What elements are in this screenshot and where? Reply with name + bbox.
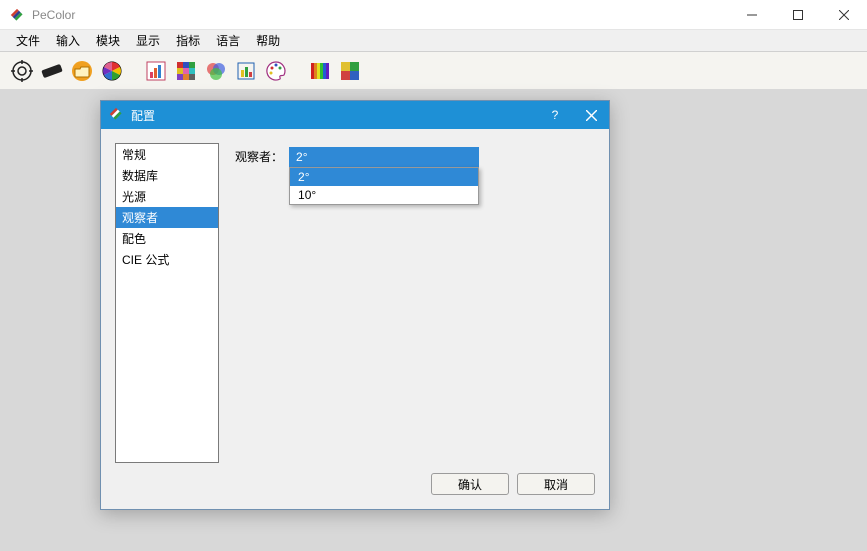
toolbar-spectrum-icon[interactable]	[308, 59, 332, 83]
toolbar-venn-icon[interactable]	[204, 59, 228, 83]
observer-combo-value: 2°	[296, 150, 307, 164]
maximize-button[interactable]	[775, 0, 821, 30]
close-button[interactable]	[821, 0, 867, 30]
toolbar-chart-icon[interactable]	[144, 59, 168, 83]
menu-input[interactable]: 输入	[48, 30, 88, 51]
observer-dropdown[interactable]: 2° 2° 10°	[289, 147, 479, 167]
window-controls	[729, 0, 867, 30]
dialog-help-button[interactable]: ?	[537, 101, 573, 129]
client-area: 配置 ? 常规 数据库 光源 观察者 配色 CIE 公式 观察者： 2°	[0, 90, 867, 551]
dialog-title: 配置	[131, 107, 537, 124]
sidebar-item-observer[interactable]: 观察者	[116, 207, 218, 228]
toolbar-settings-icon[interactable]	[10, 59, 34, 83]
minimize-button[interactable]	[729, 0, 775, 30]
svg-text:?: ?	[552, 109, 559, 121]
dialog-close-button[interactable]	[573, 101, 609, 129]
toolbar-palette-grid-icon[interactable]	[174, 59, 198, 83]
toolbar-ruler-icon[interactable]	[40, 59, 64, 83]
dialog-body: 常规 数据库 光源 观察者 配色 CIE 公式 观察者： 2° 2°	[101, 129, 609, 463]
menu-indicator[interactable]: 指标	[168, 30, 208, 51]
menu-module[interactable]: 模块	[88, 30, 128, 51]
config-dialog: 配置 ? 常规 数据库 光源 观察者 配色 CIE 公式 观察者： 2°	[100, 100, 610, 510]
cancel-button[interactable]: 取消	[517, 473, 595, 495]
observer-option-2deg[interactable]: 2°	[290, 168, 478, 186]
menu-file[interactable]: 文件	[8, 30, 48, 51]
dialog-logo-icon	[109, 107, 125, 123]
menu-help[interactable]: 帮助	[248, 30, 288, 51]
menubar: 文件 输入 模块 显示 指标 语言 帮助	[0, 30, 867, 52]
config-sidebar: 常规 数据库 光源 观察者 配色 CIE 公式	[115, 143, 219, 463]
sidebar-item-illuminant[interactable]: 光源	[116, 186, 218, 207]
observer-combo[interactable]: 2°	[289, 147, 479, 167]
menu-display[interactable]: 显示	[128, 30, 168, 51]
toolbar-lab-icon[interactable]	[234, 59, 258, 83]
dialog-footer: 确认 取消	[101, 463, 609, 509]
toolbar-quadrant-icon[interactable]	[338, 59, 362, 83]
sidebar-item-database[interactable]: 数据库	[116, 165, 218, 186]
sidebar-item-matching[interactable]: 配色	[116, 228, 218, 249]
sidebar-item-cie-formula[interactable]: CIE 公式	[116, 249, 218, 270]
titlebar: PeColor	[0, 0, 867, 30]
toolbar-paint-palette-icon[interactable]	[264, 59, 288, 83]
observer-field: 观察者： 2° 2° 10°	[235, 147, 595, 167]
toolbar	[0, 52, 867, 90]
toolbar-colorwheel-icon[interactable]	[100, 59, 124, 83]
app-title: PeColor	[32, 8, 729, 22]
toolbar-folder-icon[interactable]	[70, 59, 94, 83]
app-logo-icon	[10, 7, 26, 23]
dialog-titlebar: 配置 ?	[101, 101, 609, 129]
sidebar-item-general[interactable]: 常规	[116, 144, 218, 165]
dialog-content: 观察者： 2° 2° 10°	[235, 143, 595, 463]
observer-combo-list: 2° 10°	[289, 167, 479, 205]
observer-option-10deg[interactable]: 10°	[290, 186, 478, 204]
observer-label: 观察者：	[235, 147, 283, 165]
menu-language[interactable]: 语言	[208, 30, 248, 51]
ok-button[interactable]: 确认	[431, 473, 509, 495]
